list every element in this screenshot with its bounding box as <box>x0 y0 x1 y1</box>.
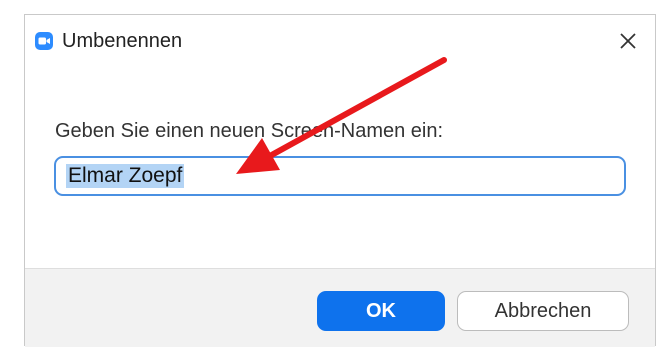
prompt-label: Geben Sie einen neuen Screen-Namen ein: <box>55 120 444 142</box>
close-button[interactable] <box>613 26 643 56</box>
dialog-title: Umbenennen <box>62 30 183 52</box>
dialog-footer: OK Abbrechen <box>25 268 655 347</box>
title-bar: Umbenennen <box>25 15 655 67</box>
zoom-video-icon <box>35 32 53 50</box>
screen-name-input[interactable]: Elmar Zoepf <box>54 156 626 196</box>
close-icon <box>620 33 636 49</box>
rename-dialog: Umbenennen Geben Sie einen neuen Screen-… <box>24 14 656 347</box>
screen-name-value[interactable]: Elmar Zoepf <box>66 164 185 188</box>
ok-button[interactable]: OK <box>317 291 445 331</box>
cancel-button[interactable]: Abbrechen <box>457 291 629 331</box>
page: Umbenennen Geben Sie einen neuen Screen-… <box>0 0 661 349</box>
